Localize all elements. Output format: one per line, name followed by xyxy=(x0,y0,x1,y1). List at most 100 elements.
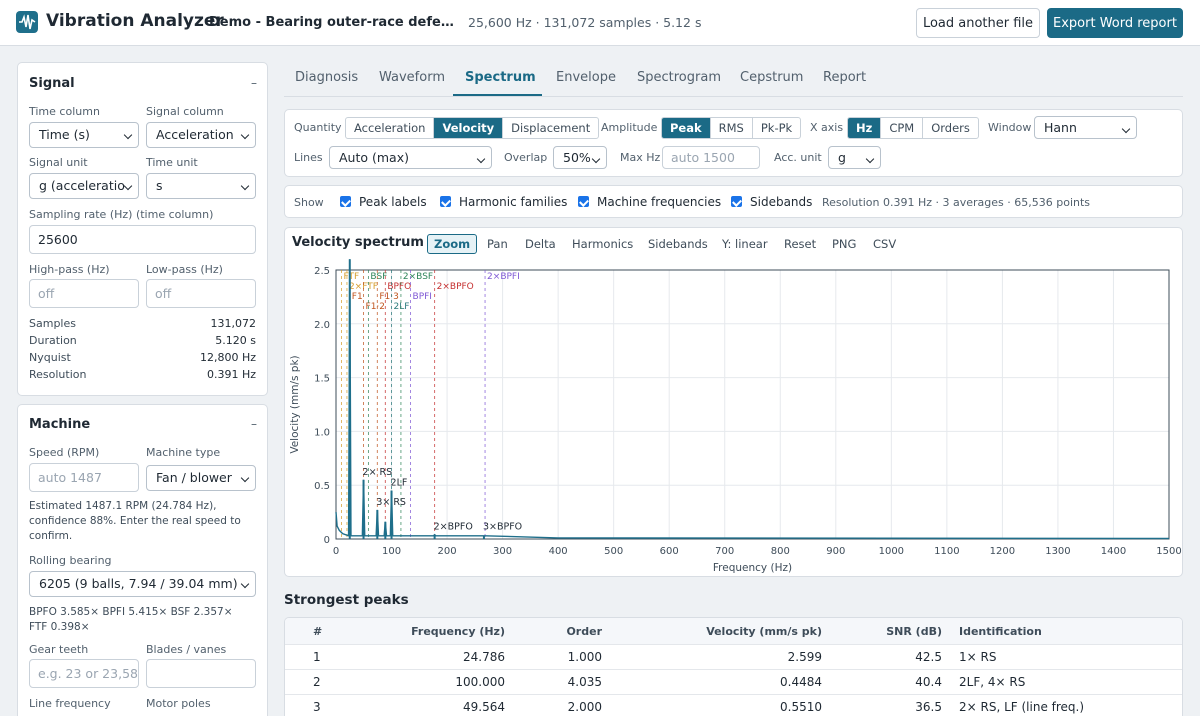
low-pass-input[interactable]: off xyxy=(146,279,256,308)
x-tick-label: 100 xyxy=(382,546,401,557)
quantity-displacement[interactable]: Displacement xyxy=(503,118,598,138)
marker-label: F1 xyxy=(352,292,363,302)
cell-velocity: 0.5510 xyxy=(780,700,822,714)
y-tick-label: 2.5 xyxy=(314,266,330,277)
peak-label: 3×BPFO xyxy=(483,522,522,533)
sidebands-tool-button[interactable]: Sidebands xyxy=(648,237,708,251)
high-pass-input[interactable]: off xyxy=(29,279,139,308)
blades-label: Blades / vanes xyxy=(146,643,227,656)
tab-envelope[interactable]: Envelope xyxy=(556,70,616,85)
table-row[interactable]: 2 100.000 4.035 0.4484 40.4 2LF, 4× RS xyxy=(285,669,1182,694)
tab-cepstrum[interactable]: Cepstrum xyxy=(740,70,803,85)
signal-unit-select[interactable]: g (acceleratio xyxy=(29,173,139,199)
window-label: Window xyxy=(988,121,1032,134)
time-unit-select[interactable]: s xyxy=(146,173,256,199)
file-name: Demo - Bearing outer-race defect (sy… xyxy=(209,15,461,30)
signal-column-select[interactable]: Acceleration xyxy=(146,122,256,148)
blades-input[interactable] xyxy=(146,659,256,688)
cell-snr: 42.5 xyxy=(915,650,942,664)
pan-tool-button[interactable]: Pan xyxy=(487,237,508,251)
amplitude-label: Amplitude xyxy=(601,121,658,134)
cell-index: 2 xyxy=(313,675,321,689)
xaxis-hz[interactable]: Hz xyxy=(848,118,882,138)
signal-panel: Signal – Time column Signal column Time … xyxy=(17,62,268,396)
x-tick-label: 400 xyxy=(549,546,568,557)
signal-column-label: Signal column xyxy=(146,105,224,118)
delta-tool-button[interactable]: Delta xyxy=(525,237,556,251)
bearing-select[interactable]: 6205 (9 balls, 7.94 / 39.04 mm) xyxy=(29,571,256,597)
tab-report[interactable]: Report xyxy=(823,70,866,85)
machine-type-select[interactable]: Fan / blower xyxy=(146,465,256,491)
max-hz-input[interactable]: auto 1500 xyxy=(662,146,760,169)
export-report-button[interactable]: Export Word report xyxy=(1047,8,1183,38)
signal-collapse-button[interactable]: – xyxy=(251,76,257,90)
lines-label: Lines xyxy=(294,151,323,164)
x-tick-label: 1100 xyxy=(934,546,959,557)
xaxis-label: X axis xyxy=(810,121,844,134)
marker-label: BSF xyxy=(370,272,387,282)
tab-waveform[interactable]: Waveform xyxy=(379,70,445,85)
harmonic-families-checkbox[interactable]: Harmonic families xyxy=(440,195,567,209)
cell-identification: 1× RS xyxy=(959,650,997,664)
zoom-tool-button[interactable]: Zoom xyxy=(427,234,478,254)
high-pass-label: High-pass (Hz) xyxy=(29,263,110,276)
xaxis-cpm[interactable]: CPM xyxy=(881,118,924,138)
motor-poles-label: Motor poles xyxy=(146,697,211,710)
time-column-select[interactable]: Time (s) xyxy=(29,122,139,148)
gear-teeth-input[interactable]: e.g. 23 or 23,58 xyxy=(29,659,139,688)
app-title: Vibration Analyzer xyxy=(46,11,224,31)
col-frequency[interactable]: Frequency (Hz) xyxy=(385,625,505,638)
col-index[interactable]: # xyxy=(313,625,322,638)
spectrum-chart[interactable]: 0 100 200 300 400 500 600 700 800 900 1000 1100 1200… xyxy=(284,258,1183,576)
reset-button[interactable]: Reset xyxy=(784,237,816,251)
load-file-button[interactable]: Load another file xyxy=(916,8,1040,38)
table-row[interactable]: 1 24.786 1.000 2.599 42.5 1× RS xyxy=(285,644,1182,669)
machine-type-label: Machine type xyxy=(146,446,221,459)
speed-estimate-note: Estimated 1487.1 RPM (24.784 Hz), confid… xyxy=(29,500,241,542)
x-tick-label: 900 xyxy=(826,546,845,557)
yscale-toggle-button[interactable]: Y: linear xyxy=(722,237,768,251)
speed-input[interactable]: auto 1487 xyxy=(29,463,139,492)
png-export-button[interactable]: PNG xyxy=(832,237,856,251)
tab-spectrum[interactable]: Spectrum xyxy=(465,70,536,85)
y-axis-label: Velocity (mm/s pk) xyxy=(289,355,301,453)
amplitude-peak[interactable]: Peak xyxy=(662,118,711,138)
machine-title: Machine xyxy=(29,417,91,432)
x-tick-label: 500 xyxy=(604,546,623,557)
quantity-acceleration[interactable]: Acceleration xyxy=(346,118,435,138)
marker-label: 2×BPFO xyxy=(437,282,474,292)
window-select[interactable]: Hann xyxy=(1034,116,1137,139)
tab-diagnosis[interactable]: Diagnosis xyxy=(295,70,358,85)
peak-label: 2LF xyxy=(391,478,408,489)
csv-export-button[interactable]: CSV xyxy=(873,237,896,251)
sidebands-checkbox[interactable]: Sidebands xyxy=(731,195,812,209)
tab-spectrogram[interactable]: Spectrogram xyxy=(637,70,721,85)
sampling-rate-input[interactable]: 25600 xyxy=(29,225,256,254)
marker-label: BPFO xyxy=(387,282,411,292)
acc-unit-select[interactable]: g xyxy=(828,146,881,169)
xaxis-orders[interactable]: Orders xyxy=(923,118,978,138)
quantity-velocity[interactable]: Velocity xyxy=(434,118,504,138)
lines-select[interactable]: Auto (max) xyxy=(329,146,492,169)
table-row[interactable]: 3 49.564 2.000 0.5510 36.5 2× RS, LF (li… xyxy=(285,694,1182,716)
col-snr[interactable]: SNR (dB) xyxy=(865,625,942,638)
spectrum-trace[interactable] xyxy=(335,259,1170,540)
overlap-select[interactable]: 50% xyxy=(553,146,607,169)
xaxis-toggle: Hz CPM Orders xyxy=(847,117,979,139)
machine-collapse-button[interactable]: – xyxy=(251,417,257,431)
x-tick-label: 0 xyxy=(333,546,339,557)
col-order[interactable]: Order xyxy=(535,625,602,638)
amplitude-rms[interactable]: RMS xyxy=(711,118,753,138)
active-tab-indicator xyxy=(453,94,542,96)
peak-labels-checkbox[interactable]: Peak labels xyxy=(340,195,427,209)
amplitude-pkpk[interactable]: Pk-Pk xyxy=(753,118,800,138)
col-identification[interactable]: Identification xyxy=(959,625,1042,638)
cell-frequency: 100.000 xyxy=(455,675,505,689)
col-velocity[interactable]: Velocity (mm/s pk) xyxy=(665,625,822,638)
harmonics-tool-button[interactable]: Harmonics xyxy=(572,237,633,251)
stat-resolution-label: Resolution xyxy=(29,368,87,381)
top-bar: Vibration Analyzer Demo - Bearing outer-… xyxy=(0,0,1200,46)
quantity-label: Quantity xyxy=(294,121,342,134)
peak-label: 2× RS xyxy=(363,467,393,478)
machine-frequencies-checkbox[interactable]: Machine frequencies xyxy=(578,195,721,209)
